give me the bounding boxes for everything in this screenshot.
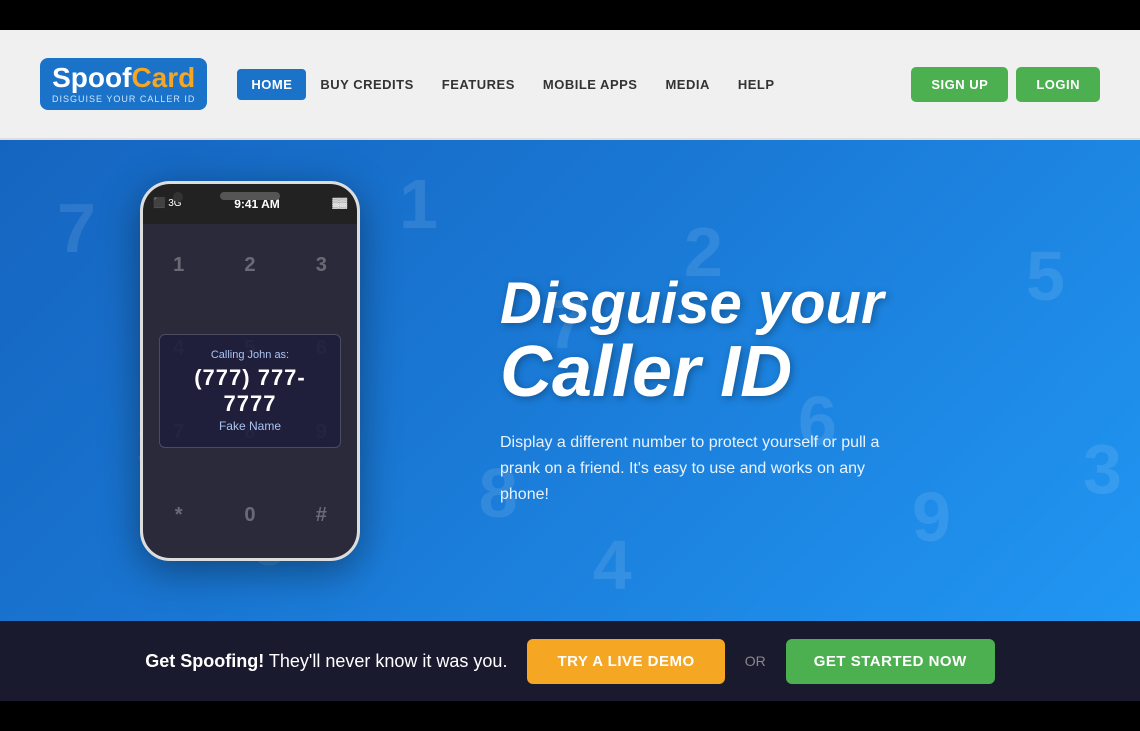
logo-spoof: Spoof <box>52 62 131 93</box>
nav-buy-credits[interactable]: BUY CREDITS <box>306 69 427 100</box>
signup-button[interactable]: SIGN UP <box>911 67 1008 102</box>
logo-tagline: DISGUISE YOUR CALLER ID <box>52 94 195 104</box>
cta-or-label: OR <box>745 653 766 669</box>
nav-mobile-apps[interactable]: MOBILE APPS <box>529 69 652 100</box>
dialpad-key-2: 2 <box>214 224 285 308</box>
dialpad-key-1: 1 <box>143 224 214 308</box>
dialpad-key-hash: # <box>286 474 357 558</box>
demo-button[interactable]: TRY A LIVE DEMO <box>527 639 724 684</box>
auth-buttons: SIGN UP LOGIN <box>911 67 1100 102</box>
login-button[interactable]: LOGIN <box>1016 67 1100 102</box>
cta-text: Get Spoofing! They'll never know it was … <box>145 651 507 672</box>
nav-features[interactable]: FEATURES <box>428 69 529 100</box>
hero-title-line1: Disguise your <box>500 274 1080 335</box>
hero-description: Display a different number to protect yo… <box>500 430 900 507</box>
main-nav: HOME BUY CREDITS FEATURES MOBILE APPS ME… <box>237 69 788 100</box>
logo-box: SpoofCard DISGUISE YOUR CALLER ID <box>40 58 207 110</box>
phone-notch <box>220 192 280 200</box>
logo-card: Card <box>131 62 195 93</box>
cta-text-bold: Get Spoofing! <box>145 651 264 671</box>
cta-bar: Get Spoofing! They'll never know it was … <box>0 621 1140 701</box>
logo-area: SpoofCard DISGUISE YOUR CALLER ID <box>40 58 207 110</box>
phone-camera <box>173 192 183 202</box>
logo-text: SpoofCard <box>52 64 195 92</box>
nav-help[interactable]: HELP <box>724 69 789 100</box>
calling-overlay: Calling John as: (777) 777-7777 Fake Nam… <box>159 334 341 448</box>
phone-screen: 1 2 3 4 5 6 7 8 9 * 0 # Calling John as:… <box>143 224 357 558</box>
calling-number: (777) 777-7777 <box>180 365 320 417</box>
calling-label: Calling John as: <box>180 349 320 361</box>
dialpad-key-3: 3 <box>286 224 357 308</box>
hero-section: 7 3 9 1 8 4 2 6 9 5 3 7 ⬛ 3G 9:41 AM ▓▓ … <box>0 140 1140 621</box>
hero-title: Disguise your Caller ID <box>500 274 1080 410</box>
dialpad-key-star: * <box>143 474 214 558</box>
calling-name: Fake Name <box>180 419 320 433</box>
phone-top-bar: ⬛ 3G 9:41 AM ▓▓ <box>143 184 357 224</box>
phone-section: ⬛ 3G 9:41 AM ▓▓ 1 2 3 4 5 6 7 8 9 * 0 # <box>0 140 500 621</box>
hero-content: Disguise your Caller ID Display a differ… <box>500 254 1140 507</box>
nav-home[interactable]: HOME <box>237 69 306 100</box>
dialpad-key-0: 0 <box>214 474 285 558</box>
phone-battery: ▓▓ <box>332 198 347 209</box>
nav-media[interactable]: MEDIA <box>651 69 723 100</box>
phone-mockup: ⬛ 3G 9:41 AM ▓▓ 1 2 3 4 5 6 7 8 9 * 0 # <box>140 181 360 561</box>
cta-text-suffix: They'll never know it was you. <box>264 651 507 671</box>
get-started-button[interactable]: GET STARTED NOW <box>786 639 995 684</box>
hero-title-line2: Caller ID <box>500 335 1080 411</box>
header: SpoofCard DISGUISE YOUR CALLER ID HOME B… <box>0 30 1140 140</box>
